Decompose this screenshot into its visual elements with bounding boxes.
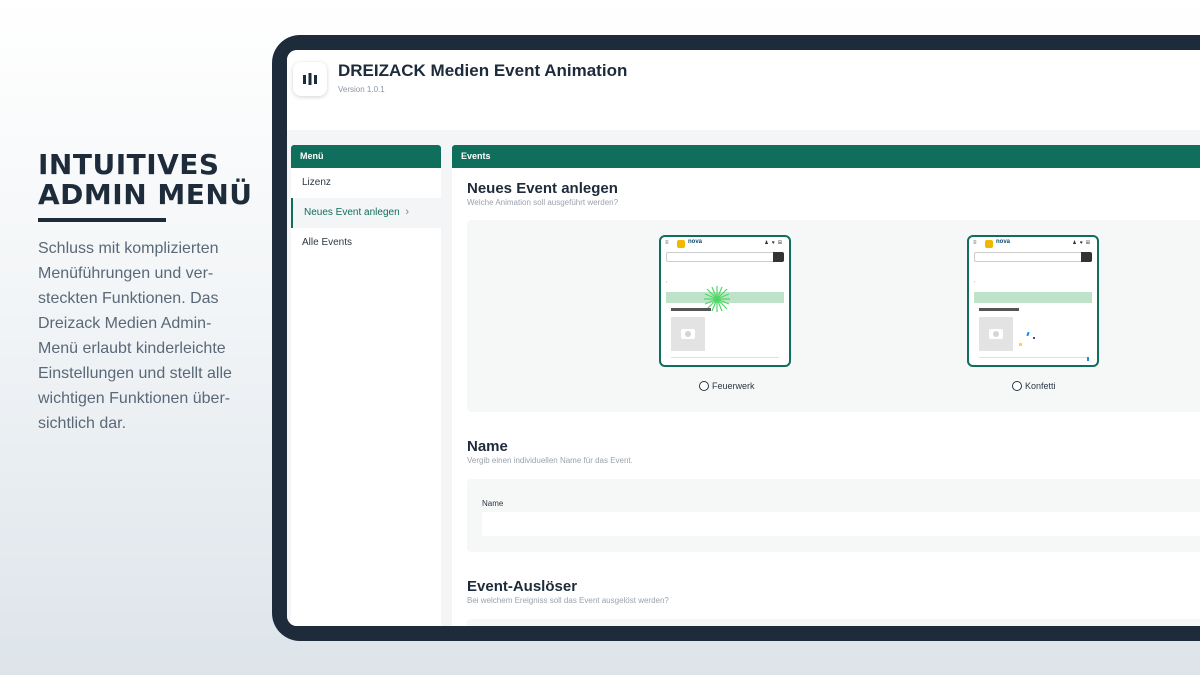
sidebar-item-label: Lizenz — [302, 177, 331, 188]
promo-text-line: steckten Funktionen. Das — [38, 290, 219, 307]
app-logo — [293, 62, 327, 96]
main-panel: Events Neues Event anlegen Welche Animat… — [452, 145, 1200, 626]
preview-breadcrumb: ‹ — [974, 279, 976, 284]
radio-label: Konfetti — [1025, 381, 1056, 391]
name-field-box: Name — [467, 479, 1200, 552]
sidebar-item-neues-event[interactable]: Neues Event anlegen › — [291, 198, 441, 228]
camera-icon — [681, 329, 695, 339]
name-field-label: Name — [482, 499, 504, 508]
promo-panel: INTUITIVES ADMIN MENÜ Schluss mit kompli… — [38, 150, 253, 436]
sidebar: Menü Lizenz Neues Event anlegen › Alle E… — [291, 145, 441, 626]
chevron-right-icon: › — [405, 206, 409, 218]
preview-brand: nova — [688, 239, 703, 245]
animation-options: ≡ nova ♟♥⊞ ‹ Feuerwerk ≡ nova ♟♥⊞ ‹ Konf… — [467, 220, 1200, 412]
menu-icon: ≡ — [973, 240, 977, 246]
confetti-icon — [1019, 331, 1089, 361]
promo-title: INTUITIVES ADMIN MENÜ — [38, 150, 253, 210]
trigger-section-subtitle: Bei welchem Ereigniss soll das Event aus… — [467, 596, 669, 605]
promo-text-line: Einstellungen und stellt alle — [38, 365, 232, 382]
app-version: Version 1.0.1 — [338, 85, 385, 94]
trigger-section-title: Event-Auslöser — [467, 578, 578, 595]
name-input[interactable] — [482, 512, 1200, 536]
preview-search — [666, 252, 784, 262]
feuerwerk-preview[interactable]: ≡ nova ♟♥⊞ ‹ — [659, 235, 791, 367]
preview-product-label — [979, 308, 1019, 311]
shop-icons: ♟♥⊞ — [764, 240, 785, 246]
preview-search — [974, 252, 1092, 262]
preview-breadcrumb: ‹ — [666, 279, 668, 284]
preview-banner — [974, 292, 1092, 303]
sidebar-item-label: Neues Event anlegen — [304, 207, 400, 218]
brand-logo-icon — [985, 240, 993, 248]
preview-topbar: ≡ nova ♟♥⊞ — [665, 239, 785, 250]
tablet-screen: DREIZACK Medien Event Animation Version … — [287, 50, 1200, 626]
preview-brand: nova — [996, 239, 1011, 245]
new-event-subtitle: Welche Animation soll ausgeführt werden? — [467, 198, 619, 207]
app-title: DREIZACK Medien Event Animation — [338, 61, 628, 80]
promo-text: Schluss mit komplizierten Menüführungen … — [38, 236, 253, 436]
promo-text-line: Schluss mit komplizierten — [38, 240, 219, 257]
shop-icons: ♟♥⊞ — [1072, 240, 1093, 246]
sidebar-item-alle-events[interactable]: Alle Events — [291, 228, 441, 258]
promo-text-line: sichtlich dar. — [38, 415, 127, 432]
brand-logo-icon — [677, 240, 685, 248]
tablet-frame: DREIZACK Medien Event Animation Version … — [272, 35, 1200, 641]
name-section-title: Name — [467, 438, 508, 455]
promo-title-line2: ADMIN MENÜ — [38, 178, 253, 211]
promo-text-line: Menüführungen und ver- — [38, 265, 214, 282]
preview-topbar: ≡ nova ♟♥⊞ — [973, 239, 1093, 250]
trigger-field-box — [467, 619, 1200, 626]
promo-title-line1: INTUITIVES — [38, 148, 220, 181]
trident-logo-icon — [303, 73, 317, 85]
promo-text-line: Dreizack Medien Admin- — [38, 315, 212, 332]
app-header: DREIZACK Medien Event Animation Version … — [287, 50, 1200, 130]
promo-underline — [38, 218, 166, 222]
menu-icon: ≡ — [665, 240, 669, 246]
name-section-subtitle: Vergib einen individuellen Name für das … — [467, 456, 633, 465]
preview-product-label — [671, 308, 711, 311]
search-icon — [1081, 252, 1092, 262]
preview-divider — [979, 357, 1087, 358]
radio-label: Feuerwerk — [712, 381, 755, 391]
camera-icon — [989, 329, 1003, 339]
konfetti-preview[interactable]: ≡ nova ♟♥⊞ ‹ — [967, 235, 1099, 367]
preview-product-image — [671, 317, 705, 351]
radio-konfetti[interactable]: Konfetti — [1012, 381, 1056, 391]
radio-circle[interactable] — [699, 381, 709, 391]
radio-circle[interactable] — [1012, 381, 1022, 391]
preview-divider — [671, 357, 779, 358]
radio-feuerwerk[interactable]: Feuerwerk — [699, 381, 755, 391]
main-header: Events — [452, 145, 1200, 168]
sidebar-header: Menü — [291, 145, 441, 168]
sidebar-item-label: Alle Events — [302, 237, 353, 248]
search-icon — [773, 252, 784, 262]
new-event-title: Neues Event anlegen — [467, 180, 618, 197]
sidebar-item-lizenz[interactable]: Lizenz — [291, 168, 441, 198]
preview-product-image — [979, 317, 1013, 351]
promo-text-line: Menü erlaubt kinderleichte — [38, 340, 226, 357]
promo-text-line: wichtigen Funktionen über- — [38, 390, 231, 407]
